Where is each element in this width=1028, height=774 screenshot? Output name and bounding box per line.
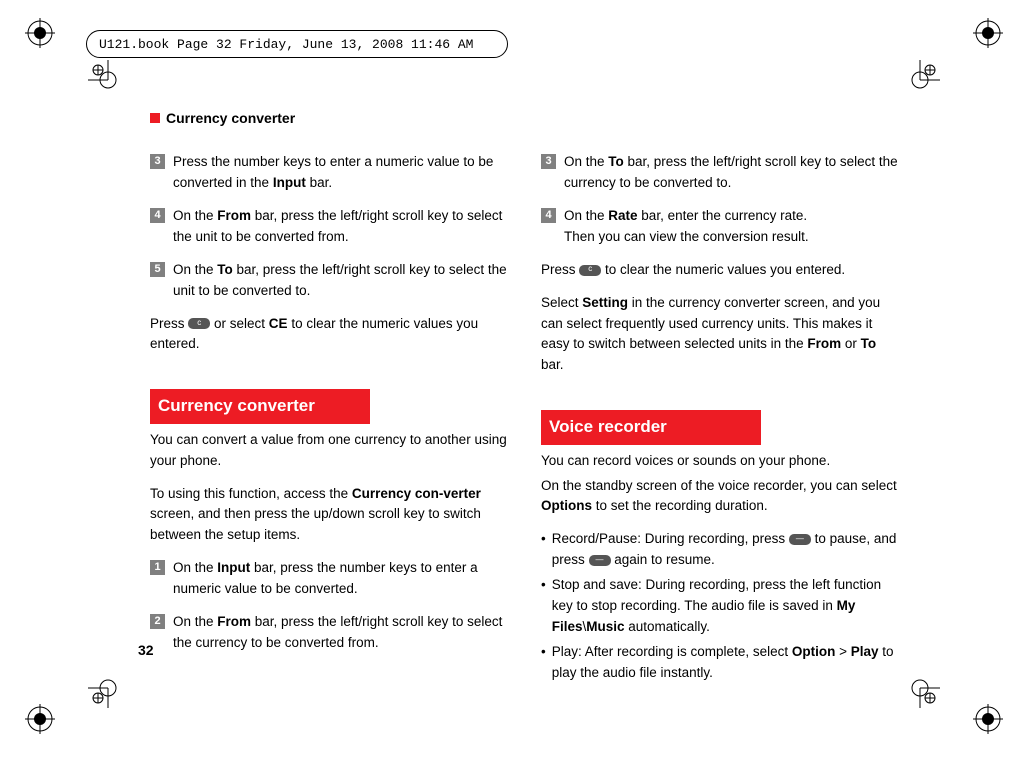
cc-intro2: To using this function, access the Curre… <box>150 484 509 547</box>
bullet-icon: • <box>541 575 546 638</box>
text: Stop and save: During recording, press t… <box>552 577 881 613</box>
step-number: 5 <box>150 262 165 277</box>
bold-from: From <box>217 614 251 629</box>
cc-step-4: 4 On the Rate bar, enter the currency ra… <box>541 206 900 248</box>
step-text: On the <box>173 614 217 629</box>
text: To using this function, access the <box>150 486 352 501</box>
left-column: 3 Press the number keys to enter a numer… <box>150 152 509 688</box>
c-key-icon <box>579 265 601 276</box>
bold-to: To <box>861 336 877 351</box>
step-text: On the <box>173 262 217 277</box>
bold-input: Input <box>273 175 306 190</box>
reg-mark-tl <box>25 18 55 48</box>
bullet-play: • Play: After recording is complete, sel… <box>541 642 900 684</box>
press-ce-para: Press or select CE to clear the numeric … <box>150 314 509 356</box>
text: automatically. <box>625 619 710 634</box>
text: Record/Pause: During recording, press <box>552 531 789 546</box>
step-text: Press the number keys to enter a numeric… <box>173 154 493 190</box>
text: screen, and then press the up/down scrol… <box>150 506 481 542</box>
text: or <box>841 336 861 351</box>
step-number: 3 <box>150 154 165 169</box>
bold-play: Play <box>851 644 879 659</box>
crop-mark-br <box>900 668 940 708</box>
bullet-stop-save: • Stop and save: During recording, press… <box>541 575 900 638</box>
text: or select <box>210 316 269 331</box>
bold-music: Music <box>586 619 624 634</box>
step-number: 3 <box>541 154 556 169</box>
cc-intro1: You can convert a value from one currenc… <box>150 430 509 472</box>
cc-step-2: 2 On the From bar, press the left/right … <box>150 612 509 654</box>
page-number: 32 <box>138 642 154 658</box>
text: to clear the numeric values you entered. <box>601 262 845 277</box>
bold-input: Input <box>217 560 250 575</box>
text: again to resume. <box>611 552 715 567</box>
text: > <box>835 644 850 659</box>
text: Press <box>150 316 188 331</box>
page-content: Currency converter 3 Press the number ke… <box>150 110 900 688</box>
text: to set the recording duration. <box>592 498 768 513</box>
bold-to: To <box>217 262 233 277</box>
dash-key-icon <box>789 534 811 545</box>
bold-ce: CE <box>269 316 288 331</box>
step-text: bar. <box>306 175 332 190</box>
header-filename: U121.book Page 32 Friday, June 13, 2008 … <box>86 30 508 58</box>
step-5: 5 On the To bar, press the left/right sc… <box>150 260 509 302</box>
crop-mark-bl <box>88 668 128 708</box>
vr-intro2: On the standby screen of the voice recor… <box>541 476 900 518</box>
bold-from: From <box>217 208 251 223</box>
bold-rate: Rate <box>608 208 637 223</box>
dash-key-icon <box>589 555 611 566</box>
heading-currency-converter: Currency converter <box>150 389 370 423</box>
bold-currency-converter: Currency con-verter <box>352 486 481 501</box>
bullet-icon: • <box>541 529 546 571</box>
step-text: On the <box>173 208 217 223</box>
step-number: 1 <box>150 560 165 575</box>
text: bar. <box>541 357 564 372</box>
bullet-icon: • <box>541 642 546 684</box>
step-number: 4 <box>150 208 165 223</box>
text: On the standby screen of the voice recor… <box>541 478 897 493</box>
text: Play: After recording is complete, selec… <box>552 644 792 659</box>
vr-intro1: You can record voices or sounds on your … <box>541 451 900 472</box>
setting-para: Select Setting in the currency converter… <box>541 293 900 377</box>
reg-mark-bl <box>25 704 55 734</box>
bullet-record-pause: • Record/Pause: During recording, press … <box>541 529 900 571</box>
cc-step-1: 1 On the Input bar, press the number key… <box>150 558 509 600</box>
text: Press <box>541 262 579 277</box>
right-column: 3 On the To bar, press the left/right sc… <box>541 152 900 688</box>
step-3: 3 Press the number keys to enter a numer… <box>150 152 509 194</box>
step-4: 4 On the From bar, press the left/right … <box>150 206 509 248</box>
bold-option: Option <box>792 644 836 659</box>
step-text: bar, enter the currency rate. <box>638 208 808 223</box>
section-marker-icon <box>150 113 160 123</box>
bold-setting: Setting <box>582 295 628 310</box>
section-title: Currency converter <box>166 110 295 126</box>
text: Select <box>541 295 582 310</box>
crop-mark-tr <box>900 60 940 100</box>
cc-step-3: 3 On the To bar, press the left/right sc… <box>541 152 900 194</box>
step-number: 4 <box>541 208 556 223</box>
step-text: On the <box>564 208 608 223</box>
bold-from: From <box>807 336 841 351</box>
reg-mark-tr <box>973 18 1003 48</box>
step-number: 2 <box>150 614 165 629</box>
bold-options: Options <box>541 498 592 513</box>
heading-voice-recorder: Voice recorder <box>541 410 761 444</box>
reg-mark-br <box>973 704 1003 734</box>
press-clear-para: Press to clear the numeric values you en… <box>541 260 900 281</box>
step-text: On the <box>564 154 608 169</box>
bold-to: To <box>608 154 624 169</box>
step-text: Then you can view the conversion result. <box>564 229 809 244</box>
c-key-icon <box>188 318 210 329</box>
crop-mark-tl <box>88 60 128 100</box>
step-text: On the <box>173 560 217 575</box>
